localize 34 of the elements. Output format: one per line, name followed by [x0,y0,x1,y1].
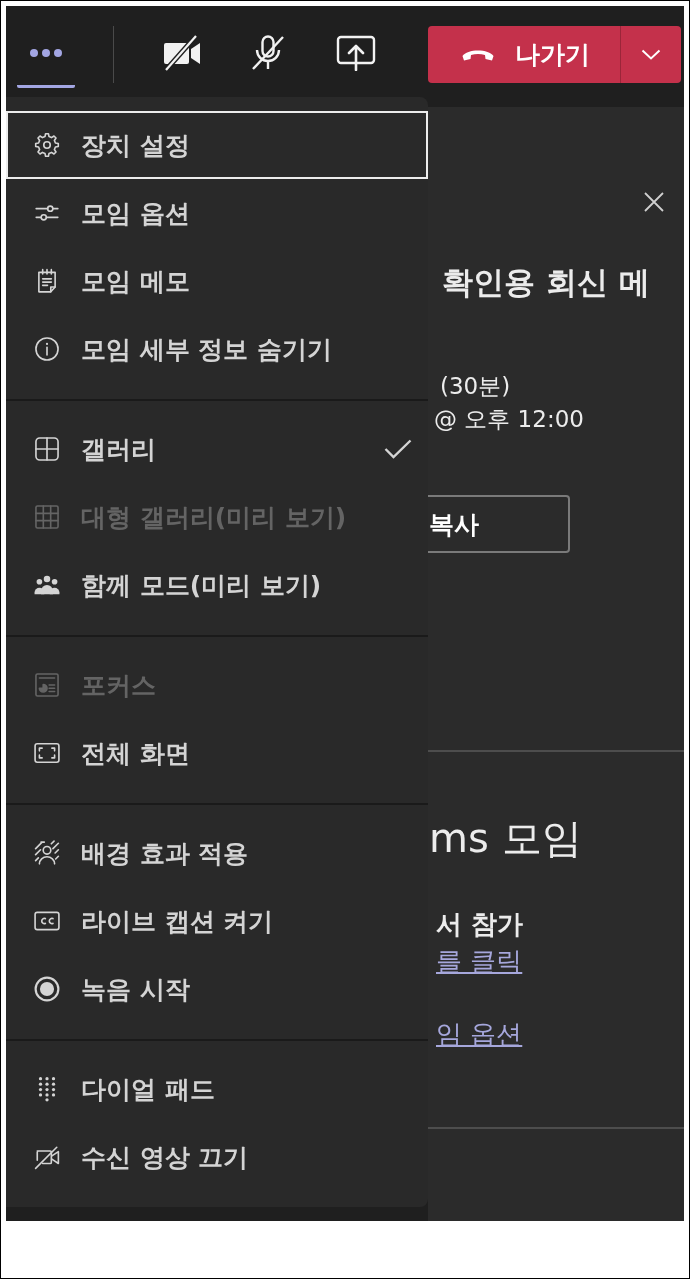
camera-off-icon [34,1144,60,1170]
menu-item[interactable]: 배경 효과 적용 [6,819,428,887]
menu-item[interactable]: 함께 모드(미리 보기) [6,551,428,619]
menu-item[interactable]: 전체 화면 [6,719,428,787]
menu-item[interactable]: 갤러리 [6,415,428,483]
text-link[interactable]: 임 옵션 [436,1017,523,1051]
text-link[interactable]: 를 클릭 [436,944,523,978]
copy-button[interactable]: 복사 [428,495,570,553]
section-heading: ms 모임 [429,814,582,863]
menu-item[interactable]: 모임 메모 [6,247,428,315]
menu-item[interactable]: 모임 옵션 [6,179,428,247]
close-icon [644,192,664,212]
menu-item[interactable]: 녹음 시작 [6,955,428,1023]
person-hatched-icon [34,840,60,866]
record-icon [34,976,60,1002]
close-button[interactable] [644,192,664,212]
menu-item[interactable]: 모임 세부 정보 숨기기 [6,315,428,383]
meeting-time: @ 오후 12:00 [434,405,584,434]
meeting-duration: (30분) [440,372,511,401]
grid-icon [34,436,60,462]
menu-item[interactable]: 라이브 캡션 켜기 [6,887,428,955]
menu-item[interactable]: 수신 영상 끄기 [6,1123,428,1191]
hang-up-phone-icon [462,48,494,61]
leave-button[interactable]: 나가기 [428,26,620,83]
menu-item[interactable]: 장치 설정 [6,111,428,179]
caret-icon [641,49,661,60]
fullscreen-icon [34,740,60,766]
menu-item[interactable]: 다이얼 패드 [6,1055,428,1123]
meeting-title: 확인용 회신 메 [442,263,650,302]
slide-icon [34,672,60,698]
info-icon [34,336,60,362]
grid-icon [34,504,60,530]
join-label: 서 참가 [436,908,524,941]
settings-icon [34,132,60,158]
